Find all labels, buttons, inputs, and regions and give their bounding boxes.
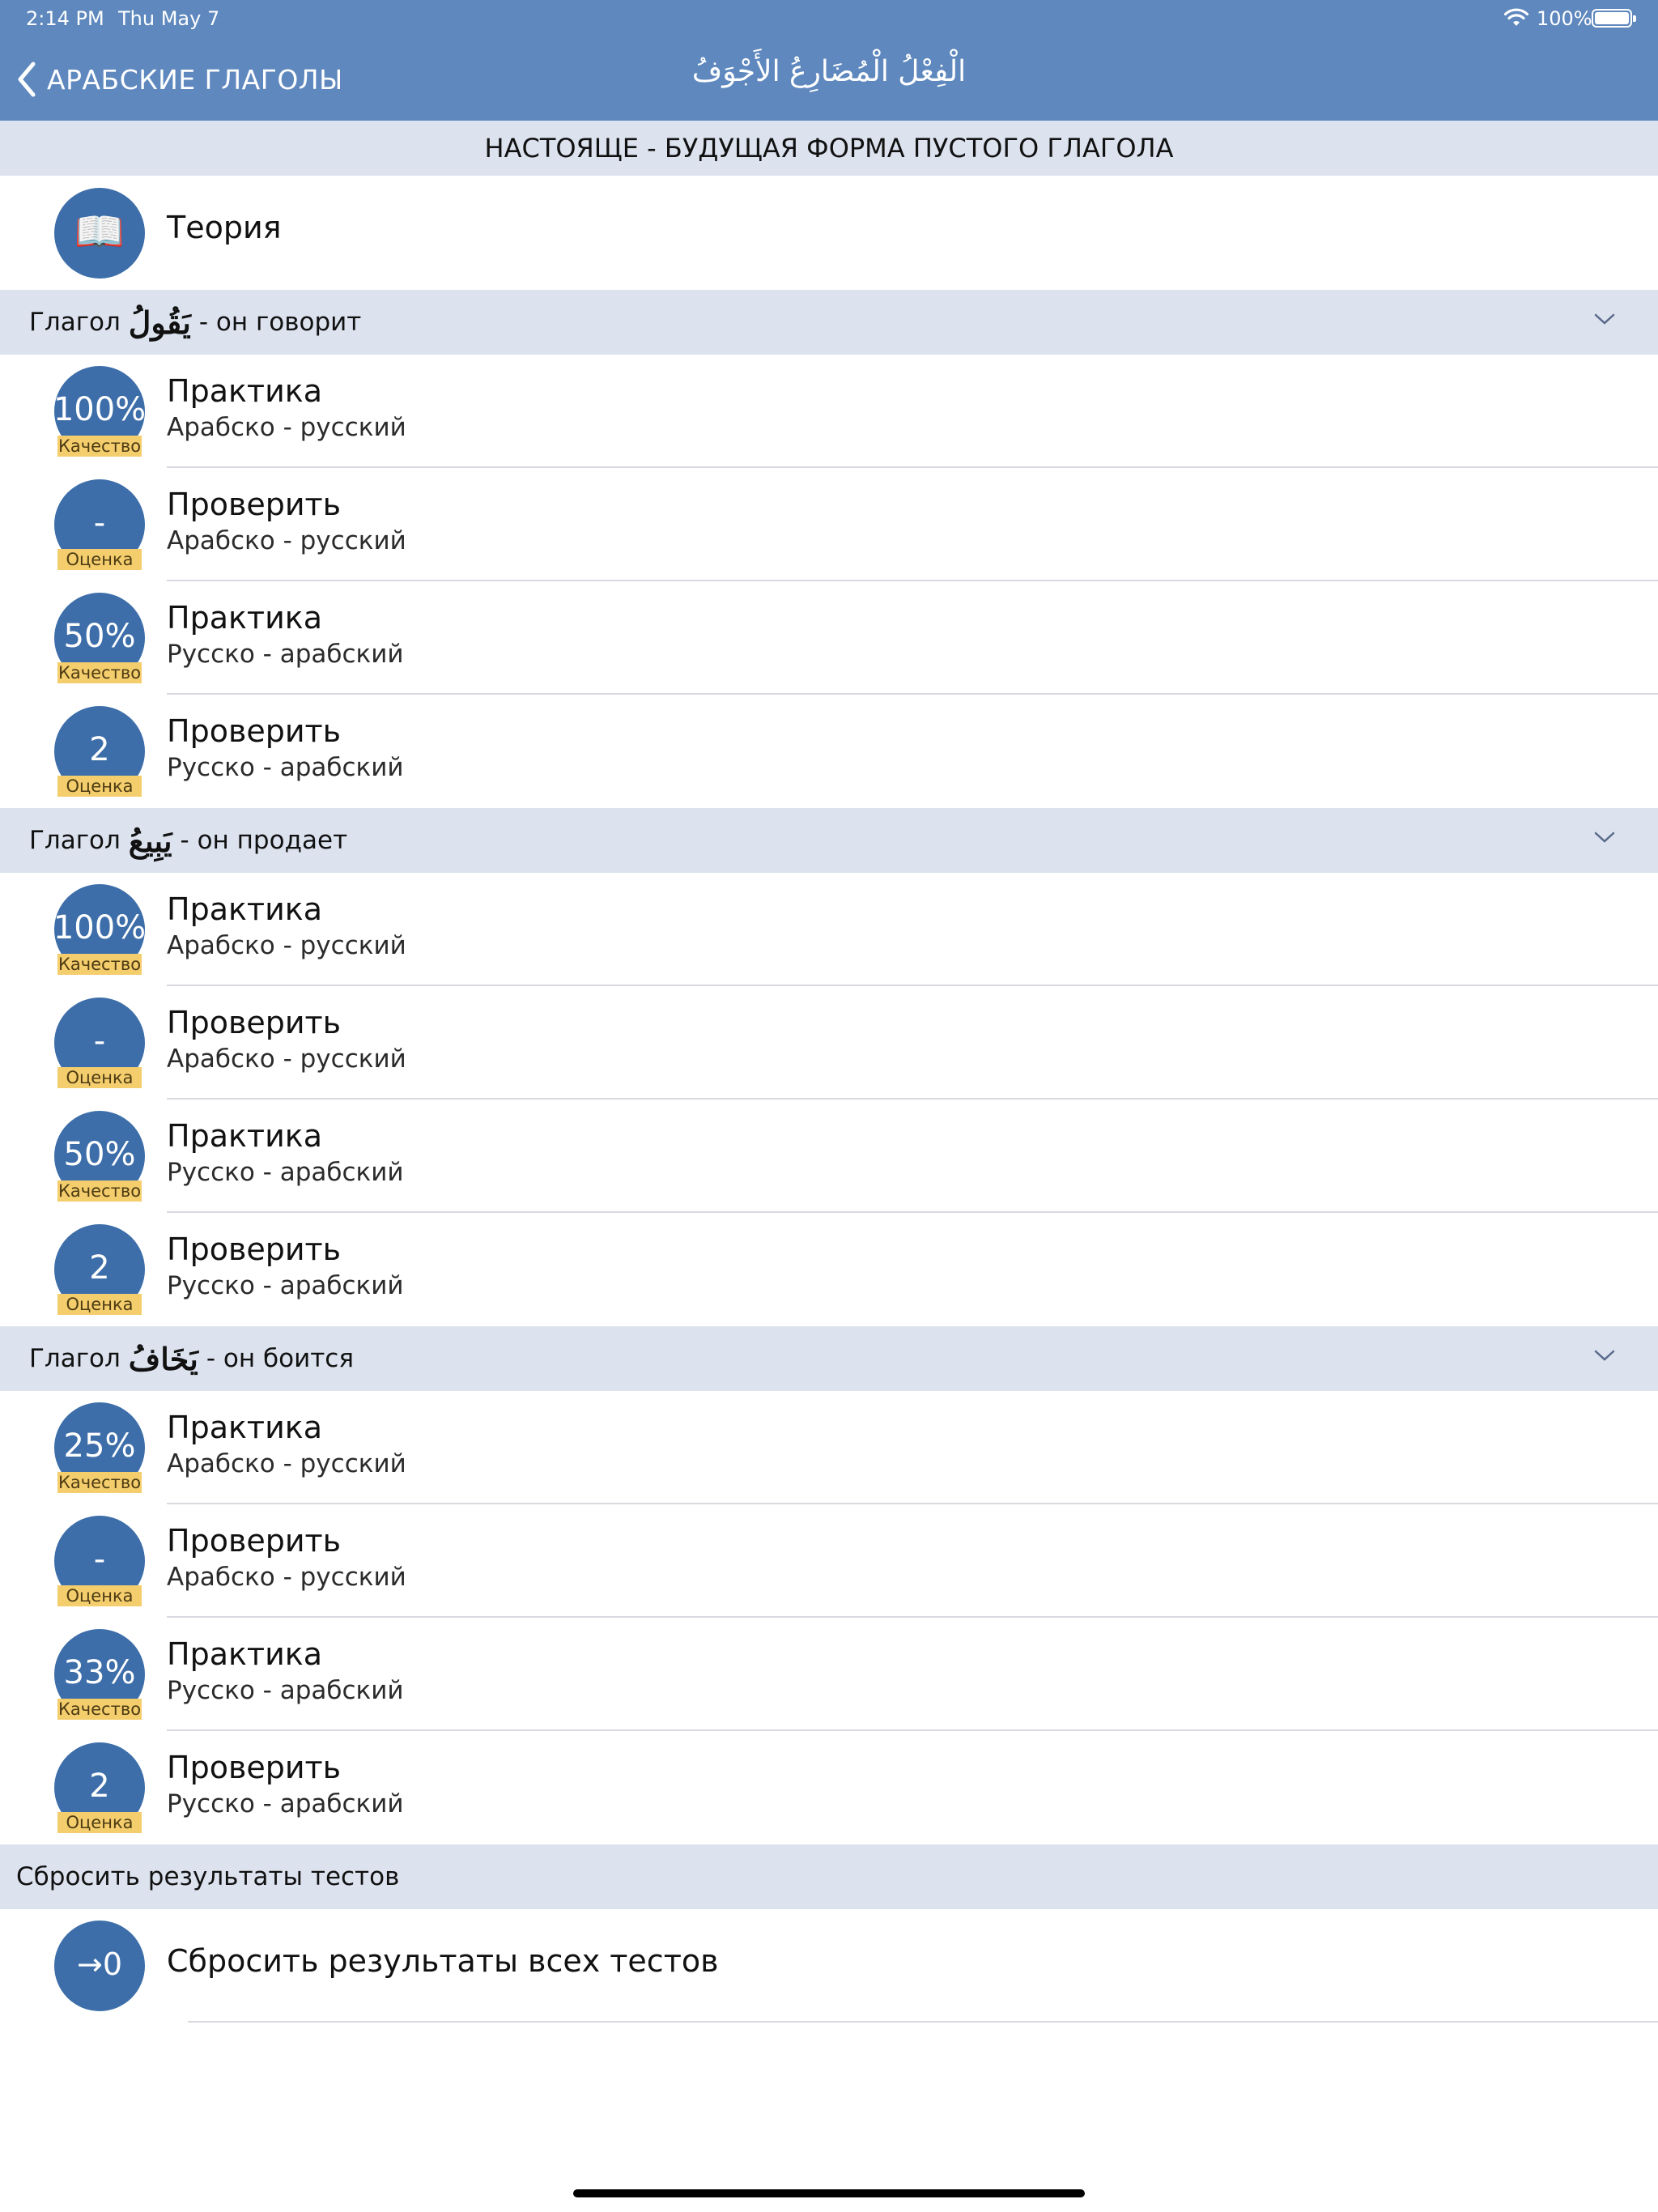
score-value: - bbox=[93, 504, 106, 542]
item-subtitle: Русско - арабский bbox=[167, 1271, 404, 1300]
item-subtitle: Арабско - русский bbox=[167, 1563, 406, 1592]
section-header-label: Глагол يَبِيعُ - он продает bbox=[29, 808, 347, 873]
battery-percent: 100% bbox=[1537, 7, 1592, 30]
chevron-down-icon[interactable] bbox=[1593, 311, 1616, 327]
list-item[interactable]: 100% Качество Практика Арабско - русский bbox=[0, 355, 1658, 468]
section-header-label: Глагол يَخَافُ - он боится bbox=[29, 1326, 354, 1391]
item-title: Проверить bbox=[167, 1005, 342, 1040]
item-title: Практика bbox=[167, 891, 323, 927]
status-date: Thu May 7 bbox=[118, 7, 220, 30]
navigation-bar: АРАБСКИЕ ГЛАГОЛЫ الْفِعْلُ الْمُضَارِعُ … bbox=[0, 36, 1658, 121]
section-header-label: Глагол يَقُولُ - он говорит bbox=[29, 290, 361, 355]
verb-meaning: - он продает bbox=[180, 826, 348, 855]
section-header-verb-2[interactable]: Глагол يَبِيعُ - он продает bbox=[0, 808, 1658, 873]
verb-prefix: Глагол bbox=[29, 308, 121, 337]
verb-meaning: - он боится bbox=[206, 1344, 354, 1373]
verb-prefix: Глагол bbox=[29, 826, 121, 855]
score-value: 33% bbox=[63, 1654, 136, 1691]
score-value: 50% bbox=[63, 618, 136, 655]
item-title: Проверить bbox=[167, 1523, 342, 1559]
list-item[interactable]: 2 Оценка Проверить Русско - арабский bbox=[0, 695, 1658, 808]
score-badge: Оценка bbox=[57, 549, 142, 570]
home-indicator bbox=[573, 2189, 1085, 2197]
score-badge: Качество bbox=[57, 436, 142, 457]
status-bar: 2:14 PM Thu May 7 100% bbox=[0, 0, 1658, 36]
score-badge: Оценка bbox=[57, 1294, 142, 1315]
theory-circle: 📖 bbox=[54, 188, 145, 279]
score-value: - bbox=[93, 1541, 106, 1578]
row-divider bbox=[188, 2021, 1658, 2023]
reset-all-label: Сбросить результаты всех тестов bbox=[167, 1943, 719, 1979]
item-title: Практика bbox=[167, 373, 323, 409]
theory-label: Теория bbox=[167, 210, 282, 245]
verb-arabic: يَقُولُ bbox=[128, 304, 191, 341]
section-header-verb-3[interactable]: Глагол يَخَافُ - он боится bbox=[0, 1326, 1658, 1391]
score-badge: Качество bbox=[57, 662, 142, 683]
score-badge: Качество bbox=[57, 1472, 142, 1493]
score-value: 25% bbox=[63, 1427, 136, 1465]
score-value: 2 bbox=[89, 1249, 110, 1287]
item-title: Практика bbox=[167, 1636, 323, 1672]
lesson-banner: НАСТОЯЩЕ - БУДУЩАЯ ФОРМА ПУСТОГО ГЛАГОЛА bbox=[0, 121, 1658, 176]
item-title: Проверить bbox=[167, 1231, 342, 1267]
book-icon: 📖 bbox=[74, 207, 125, 255]
score-badge: Оценка bbox=[57, 776, 142, 797]
score-badge: Оценка bbox=[57, 1812, 142, 1833]
list-item[interactable]: 33% Качество Практика Русско - арабский bbox=[0, 1618, 1658, 1731]
section-header-label: Сбросить результаты тестов bbox=[16, 1862, 400, 1891]
wifi-icon bbox=[1503, 8, 1529, 26]
score-value: 100% bbox=[53, 909, 147, 946]
list-item[interactable]: - Оценка Проверить Арабско - русский bbox=[0, 986, 1658, 1100]
chevron-down-icon[interactable] bbox=[1593, 829, 1616, 845]
section-header-verb-1[interactable]: Глагол يَقُولُ - он говорит bbox=[0, 290, 1658, 355]
reset-icon-label: →0 bbox=[76, 1946, 123, 1982]
item-subtitle: Русско - арабский bbox=[167, 1789, 404, 1819]
item-title: Практика bbox=[167, 1410, 323, 1445]
verb-prefix: Глагол bbox=[29, 1344, 121, 1373]
list-item[interactable]: - Оценка Проверить Арабско - русский bbox=[0, 1504, 1658, 1618]
reset-all-row[interactable]: →0 Сбросить результаты всех тестов bbox=[0, 1909, 1658, 2023]
item-title: Практика bbox=[167, 600, 323, 636]
status-time: 2:14 PM bbox=[26, 7, 104, 30]
item-subtitle: Русско - арабский bbox=[167, 1676, 404, 1705]
list-item[interactable]: 50% Качество Практика Русско - арабский bbox=[0, 1100, 1658, 1213]
list-item[interactable]: 2 Оценка Проверить Русско - арабский bbox=[0, 1731, 1658, 1844]
battery-icon bbox=[1592, 9, 1636, 28]
score-value: 50% bbox=[63, 1136, 136, 1173]
theory-row[interactable]: 📖 Теория bbox=[0, 176, 1658, 290]
item-subtitle: Арабско - русский bbox=[167, 413, 406, 442]
item-title: Проверить bbox=[167, 487, 342, 522]
score-badge: Качество bbox=[57, 954, 142, 975]
verb-arabic: يَبِيعُ bbox=[128, 822, 172, 859]
item-subtitle: Русско - арабский bbox=[167, 640, 404, 669]
score-badge: Оценка bbox=[57, 1067, 142, 1088]
item-subtitle: Русско - арабский bbox=[167, 1158, 404, 1187]
score-badge: Качество bbox=[57, 1180, 142, 1202]
score-value: - bbox=[93, 1023, 106, 1060]
list-item[interactable]: - Оценка Проверить Арабско - русский bbox=[0, 468, 1658, 581]
item-title: Проверить bbox=[167, 713, 342, 749]
score-value: 100% bbox=[53, 391, 147, 428]
list-item[interactable]: 50% Качество Практика Русско - арабский bbox=[0, 581, 1658, 695]
item-subtitle: Арабско - русский bbox=[167, 526, 406, 555]
item-subtitle: Арабско - русский bbox=[167, 1044, 406, 1074]
item-subtitle: Арабско - русский bbox=[167, 931, 406, 960]
item-title: Проверить bbox=[167, 1750, 342, 1785]
score-badge: Оценка bbox=[57, 1585, 142, 1606]
item-subtitle: Арабско - русский bbox=[167, 1449, 406, 1478]
list-item[interactable]: 25% Качество Практика Арабско - русский bbox=[0, 1391, 1658, 1504]
score-value: 2 bbox=[89, 731, 110, 768]
score-badge: Качество bbox=[57, 1699, 142, 1720]
score-value: 2 bbox=[89, 1767, 110, 1805]
item-subtitle: Русско - арабский bbox=[167, 753, 404, 782]
verb-meaning: - он говорит bbox=[198, 308, 362, 337]
item-title: Практика bbox=[167, 1118, 323, 1154]
chevron-down-icon[interactable] bbox=[1593, 1347, 1616, 1363]
reset-icon: →0 bbox=[54, 1921, 145, 2011]
page-title: الْفِعْلُ الْمُضَارِعُ الأَجْوَفُ bbox=[691, 55, 967, 88]
list-item[interactable]: 100% Качество Практика Арабско - русский bbox=[0, 873, 1658, 986]
list-item[interactable]: 2 Оценка Проверить Русско - арабский bbox=[0, 1213, 1658, 1326]
section-header-reset: Сбросить результаты тестов bbox=[0, 1844, 1658, 1909]
verb-arabic: يَخَافُ bbox=[128, 1340, 198, 1377]
